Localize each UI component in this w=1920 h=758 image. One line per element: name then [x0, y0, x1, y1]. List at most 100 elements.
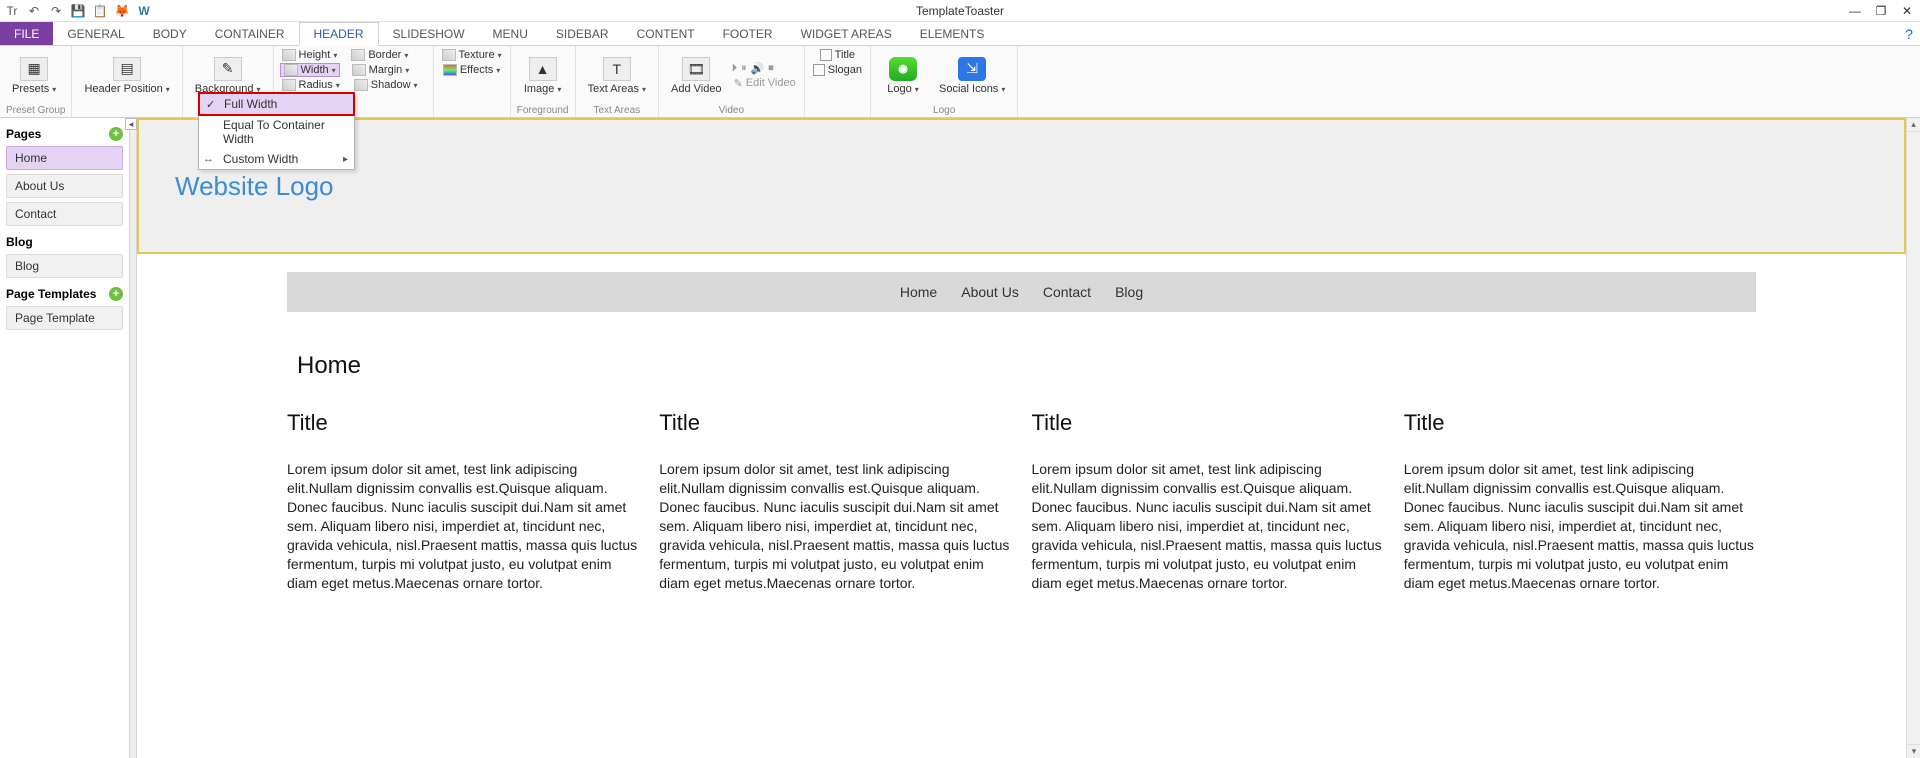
sidebar-item-home[interactable]: Home: [6, 146, 123, 170]
film-icon: 🎞: [682, 57, 710, 81]
browser-icon[interactable]: 🦊: [114, 3, 130, 19]
slogan-checkbox[interactable]: Slogan: [811, 63, 864, 77]
group-video-label: Video: [665, 104, 798, 116]
height-button[interactable]: Height: [280, 48, 340, 62]
open-icon[interactable]: 📋: [92, 3, 108, 19]
group-foreground: ▲ Image Foreground: [511, 46, 576, 117]
tab-body[interactable]: BODY: [139, 22, 201, 45]
header-region[interactable]: Website Logo: [137, 118, 1906, 254]
title-checkbox[interactable]: Title: [818, 48, 857, 62]
width-option-equal-to-container-width[interactable]: Equal To Container Width: [199, 115, 354, 149]
help-icon[interactable]: ?: [1898, 22, 1920, 45]
panel-collapse[interactable]: ◂: [130, 118, 137, 758]
social-icons-button[interactable]: ⇲ Social Icons: [933, 55, 1011, 98]
tab-header[interactable]: HEADER: [299, 22, 379, 46]
effects-icon: [443, 64, 457, 76]
tab-elements[interactable]: ELEMENTS: [906, 22, 999, 45]
add-template-button[interactable]: +: [109, 287, 123, 301]
sidebar-item-page-template[interactable]: Page Template: [6, 306, 123, 330]
wordpress-icon[interactable]: W: [136, 3, 152, 19]
textareas-button[interactable]: T Text Areas: [582, 55, 652, 98]
sidebar-item-contact[interactable]: Contact: [6, 202, 123, 226]
page-heading[interactable]: Home: [297, 352, 1756, 380]
vertical-scrollbar[interactable]: ▴ ▾: [1906, 118, 1920, 758]
texture-icon: [442, 49, 456, 61]
checkbox-icon: [820, 49, 832, 61]
group-header-position: ▤ Header Position: [72, 46, 182, 117]
radius-button[interactable]: Radius: [280, 78, 342, 92]
tab-content[interactable]: CONTENT: [623, 22, 709, 45]
menu-item-contact[interactable]: Contact: [1043, 284, 1091, 300]
column-title[interactable]: Title: [287, 410, 639, 436]
column-body[interactable]: Lorem ipsum dolor sit amet, test link ad…: [1032, 460, 1384, 593]
content-column[interactable]: Title Lorem ipsum dolor sit amet, test li…: [287, 410, 639, 593]
width-option-full-width[interactable]: ✓Full Width: [198, 92, 355, 116]
margin-button[interactable]: Margin: [350, 63, 412, 77]
minimize-button[interactable]: —: [1842, 1, 1868, 21]
add-video-button[interactable]: 🎞 Add Video: [665, 55, 728, 97]
design-canvas[interactable]: Website Logo Home About Us Contact Blog Hom…: [137, 118, 1906, 758]
blog-header: Blog: [6, 230, 123, 254]
menu-bar[interactable]: Home About Us Contact Blog: [287, 272, 1756, 312]
redo-icon[interactable]: ↷: [48, 3, 64, 19]
content-column[interactable]: Title Lorem ipsum dolor sit amet, test li…: [1032, 410, 1384, 593]
presets-button[interactable]: ▦ Presets: [6, 55, 62, 98]
app-title: TemplateToaster: [916, 4, 1004, 18]
logo-button[interactable]: ◉ Logo: [877, 55, 929, 98]
width-icon: [284, 64, 298, 76]
tab-widget-areas[interactable]: WIDGET AREAS: [787, 22, 906, 45]
tab-general[interactable]: GENERAL: [53, 22, 138, 45]
content-column[interactable]: Title Lorem ipsum dolor sit amet, test li…: [1404, 410, 1756, 593]
height-icon: [282, 49, 296, 61]
video-stop-icon: ⏹: [768, 62, 774, 75]
group-textareas-label: Text Areas: [582, 104, 652, 116]
menu-item-about-us[interactable]: About Us: [961, 284, 1019, 300]
column-body[interactable]: Lorem ipsum dolor sit amet, test link ad…: [287, 460, 639, 593]
workspace: Pages+ Home About Us Contact Blog Blog Pag…: [0, 118, 1920, 758]
sidebar-item-about-us[interactable]: About Us: [6, 174, 123, 198]
maximize-button[interactable]: ❐: [1868, 1, 1894, 21]
effects-button[interactable]: Effects: [441, 63, 502, 77]
left-panel: Pages+ Home About Us Contact Blog Blog Pag…: [0, 118, 130, 758]
column-title[interactable]: Title: [1404, 410, 1756, 436]
content-column[interactable]: Title Lorem ipsum dolor sit amet, test li…: [659, 410, 1011, 593]
header-position-button[interactable]: ▤ Header Position: [78, 55, 175, 98]
column-title[interactable]: Title: [659, 410, 1011, 436]
undo-icon[interactable]: ↶: [26, 3, 42, 19]
group-preset-label: Preset Group: [6, 104, 65, 116]
header-position-icon: ▤: [113, 57, 141, 81]
image-button[interactable]: ▲ Image: [517, 55, 569, 98]
tab-footer[interactable]: FOOTER: [709, 22, 787, 45]
shadow-button[interactable]: Shadow: [352, 78, 420, 92]
sidebar-item-blog[interactable]: Blog: [6, 254, 123, 278]
textareas-icon: T: [603, 57, 631, 81]
menu-item-home[interactable]: Home: [900, 284, 937, 300]
checkbox-icon: [813, 64, 825, 76]
column-body[interactable]: Lorem ipsum dolor sit amet, test link ad…: [659, 460, 1011, 593]
column-body[interactable]: Lorem ipsum dolor sit amet, test link ad…: [1404, 460, 1756, 593]
group-logo-label: Logo: [877, 104, 1011, 116]
width-button[interactable]: Width: [280, 63, 340, 77]
logo-icon: ◉: [889, 57, 917, 81]
add-page-button[interactable]: +: [109, 127, 123, 141]
content-columns: Title Lorem ipsum dolor sit amet, test li…: [287, 410, 1756, 593]
scroll-down-button[interactable]: ▾: [1907, 744, 1920, 758]
tab-slideshow[interactable]: SLIDESHOW: [379, 22, 479, 45]
tab-file[interactable]: FILE: [0, 22, 53, 45]
column-title[interactable]: Title: [1032, 410, 1384, 436]
save-icon[interactable]: 💾: [70, 3, 86, 19]
close-button[interactable]: ✕: [1894, 1, 1920, 21]
menu-item-blog[interactable]: Blog: [1115, 284, 1143, 300]
video-sound-icon: 🔊: [751, 62, 765, 75]
tab-sidebar[interactable]: SIDEBAR: [542, 22, 623, 45]
scroll-up-button[interactable]: ▴: [1907, 118, 1920, 132]
tab-container[interactable]: CONTAINER: [201, 22, 299, 45]
text-tool-icon[interactable]: Tr: [4, 3, 20, 19]
texture-button[interactable]: Texture: [440, 48, 504, 62]
tab-menu[interactable]: MENU: [479, 22, 542, 45]
width-option-custom-width[interactable]: ↔Custom Width▸: [199, 149, 354, 169]
website-logo-text[interactable]: Website Logo: [175, 171, 334, 202]
border-button[interactable]: Border: [349, 48, 410, 62]
templates-header: Page Templates+: [6, 282, 123, 306]
pages-header: Pages+: [6, 122, 123, 146]
